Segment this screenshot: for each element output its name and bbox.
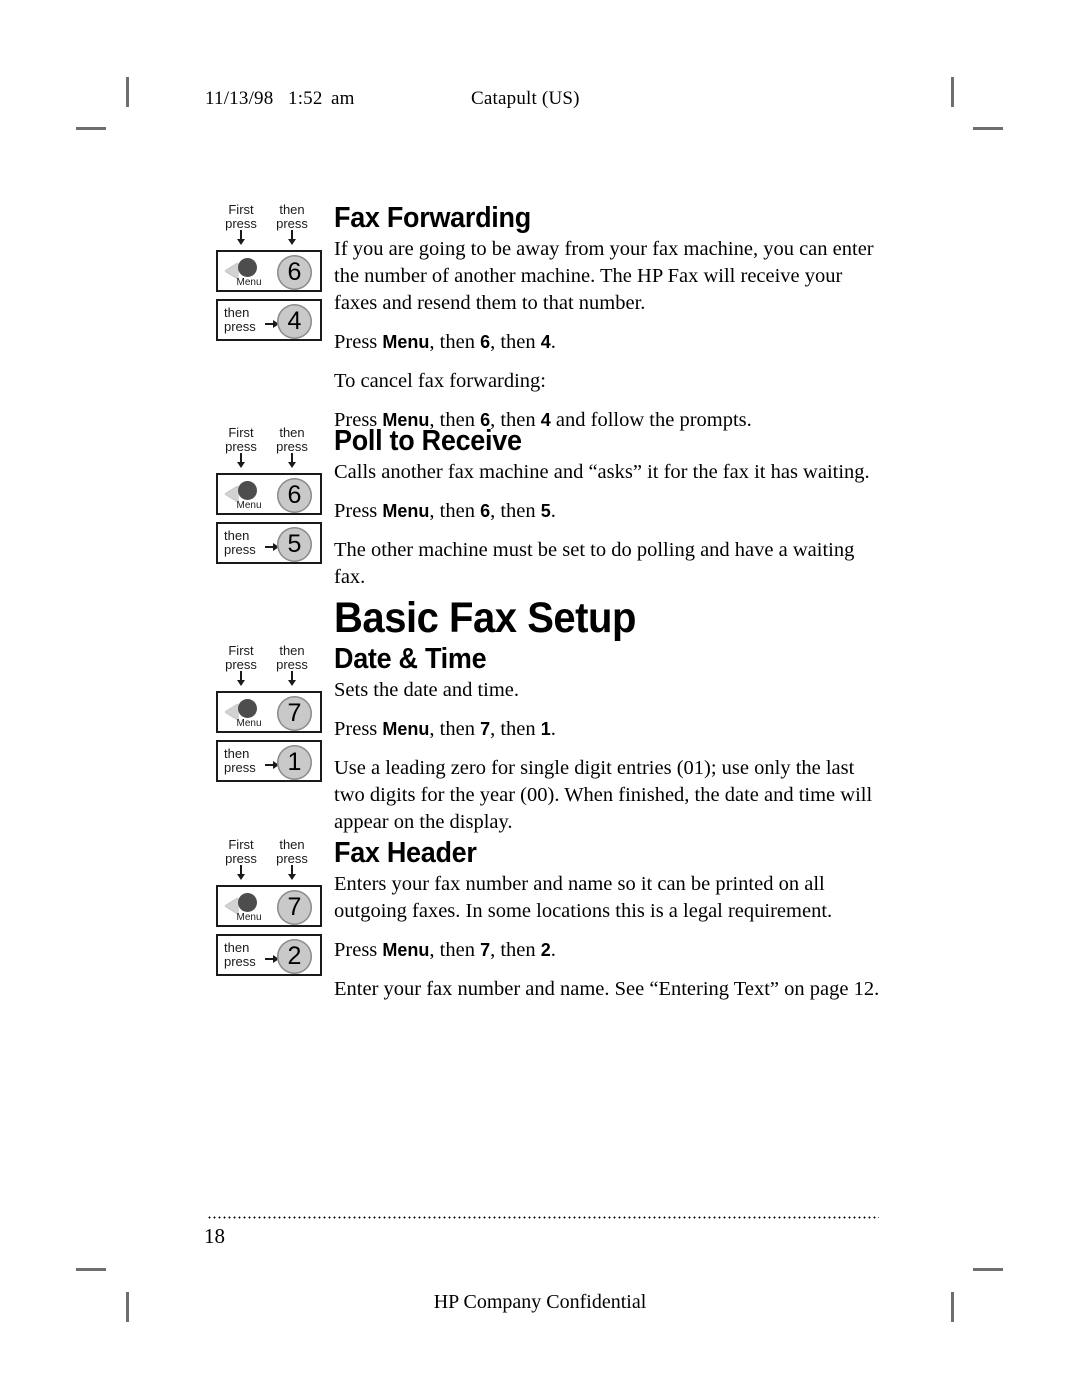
section-text-fax-header: Fax Header Enters your fax number and na… [334,838,890,1003]
section-paragraph: Use a leading zero for single digit entr… [334,757,873,833]
crop-mark-top-right-horizontal [973,127,1003,130]
menu-button-dot-icon [238,699,257,718]
section-paragraph: If you are going to be away from your fa… [334,238,874,314]
menu-key-caption: Menu [236,718,262,729]
press-labels: First press then press [216,644,322,688]
section-paragraph: Sets the date and time. [334,679,520,701]
section-text-fax-forwarding: Fax Forwarding If you are going to be aw… [334,203,890,434]
then-press-label: then press [276,425,308,454]
menu-button-dot-icon [238,893,257,912]
keypress-diagram-fax-forwarding: First press then press Menu 6 then press… [216,203,328,341]
menu-button-dot-icon [238,481,257,500]
section-paragraph: Calls another fax machine and “asks” it … [334,461,870,483]
key-row-secondary: then press 5 [216,522,322,564]
key-digit: 4 [540,332,551,352]
keypress-diagram-poll-to-receive: First press then press Menu 6 then press… [216,426,328,564]
press-instruction: Press Menu, then 7, then 2. [334,939,556,961]
section-heading: Date & Time [334,643,487,675]
key-menu: Menu [382,940,430,960]
number-key-circle: 6 [277,255,312,290]
key-menu: Menu [382,719,430,739]
first-press-label: First press [225,202,257,231]
number-key-circle: 2 [277,939,312,974]
crop-mark-top-left-horizontal [76,127,106,130]
menu-key-caption: Menu [236,500,262,511]
number-key-circle: 5 [277,527,312,562]
number-key-circle: 7 [277,696,312,731]
first-press-label: First press [225,425,257,454]
key-menu: Menu [382,332,430,352]
number-key-circle: 6 [277,478,312,513]
confidentiality-notice: HP Company Confidential [433,1291,647,1313]
menu-key-caption: Menu [236,912,262,923]
number-key-circle: 7 [277,890,312,925]
key-digit: 6 [480,501,491,521]
then-press-inline-label: then press [224,940,256,969]
then-press-inline-label: then press [224,746,256,775]
section-paragraph: Enter your fax number and name. See “Ent… [334,978,880,1000]
then-press-label: then press [276,643,308,672]
section-heading: Fax Forwarding [334,202,531,234]
header-date: 11/13/98 [205,88,274,109]
then-press-inline-label: then press [224,305,256,334]
section-heading: Fax Header [334,837,477,869]
crop-mark-top-right-vertical [951,77,954,107]
key-row-secondary: then press 2 [216,934,322,976]
footer-dotted-rule [207,1216,879,1219]
header-project-name: Catapult (US) [471,88,580,109]
key-row-primary: Menu 6 [216,473,322,515]
crop-mark-bottom-right-horizontal [973,1268,1003,1271]
header-ampm: am [331,88,355,109]
key-digit: 7 [480,940,491,960]
keypress-diagram-date-and-time: First press then press Menu 7 then press… [216,644,328,782]
menu-button-dot-icon [238,258,257,277]
menu-key-icon: Menu [225,257,271,289]
key-digit: 5 [540,501,551,521]
keypress-diagram-fax-header: First press then press Menu 7 then press… [216,838,328,976]
key-menu: Menu [382,501,430,521]
first-press-label: First press [225,643,257,672]
number-key-circle: 4 [277,304,312,339]
key-row-secondary: then press 4 [216,299,322,341]
key-row-primary: Menu 7 [216,691,322,733]
header-time: 1:52 [288,88,323,109]
press-labels: First press then press [216,838,322,882]
section-paragraph: The other machine must be set to do poll… [334,539,855,588]
section-text-date-and-time: Date & Time Sets the date and time. Pres… [334,644,890,836]
press-labels: First press then press [216,203,322,247]
section-paragraph: To cancel fax forwarding: [334,370,547,392]
then-press-inline-label: then press [224,528,256,557]
number-key-circle: 1 [277,745,312,780]
press-labels: First press then press [216,426,322,470]
key-row-primary: Menu 7 [216,885,322,927]
then-press-label: then press [276,837,308,866]
press-instruction: Press Menu, then 7, then 1. [334,718,556,740]
key-digit: 7 [480,719,491,739]
crop-mark-top-left-vertical [126,77,129,107]
menu-key-icon: Menu [225,480,271,512]
then-press-label: then press [276,202,308,231]
chapter-title: Basic Fax Setup [334,594,636,642]
menu-key-icon: Menu [225,892,271,924]
section-paragraph: Enters your fax number and name so it ca… [334,873,833,922]
first-press-label: First press [225,837,257,866]
section-text-poll-to-receive: Poll to Receive Calls another fax machin… [334,426,890,591]
press-instruction: Press Menu, then 6, then 5. [334,500,556,522]
key-digit: 6 [480,332,491,352]
key-row-primary: Menu 6 [216,250,322,292]
section-heading: Poll to Receive [334,425,522,457]
menu-key-icon: Menu [225,698,271,730]
menu-key-caption: Menu [236,277,262,288]
crop-mark-bottom-left-horizontal [76,1268,106,1271]
press-instruction: Press Menu, then 6, then 4. [334,331,556,353]
key-digit: 1 [540,719,551,739]
key-digit: 2 [540,940,551,960]
page-number: 18 [204,1224,225,1248]
key-row-secondary: then press 1 [216,740,322,782]
